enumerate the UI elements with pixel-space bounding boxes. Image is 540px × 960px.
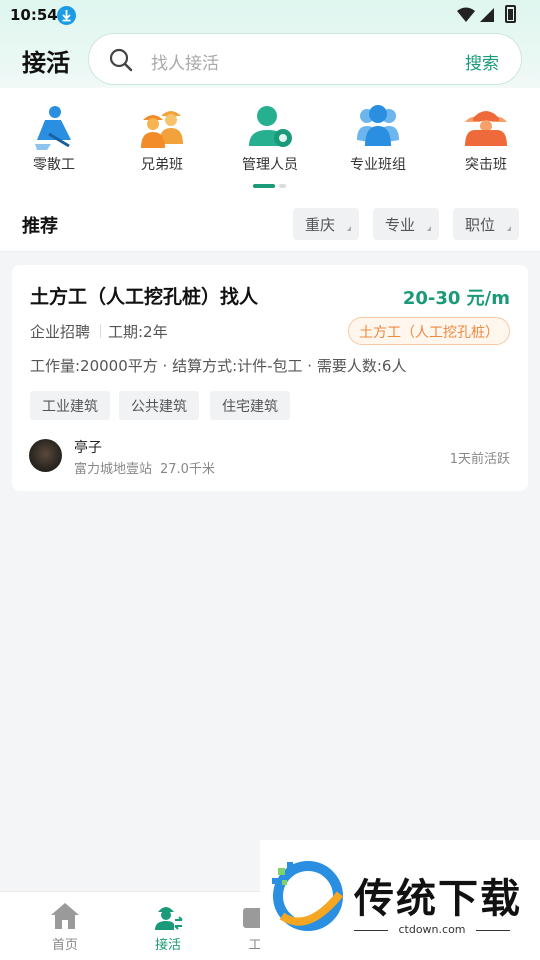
nav-home[interactable]: 首页	[35, 902, 95, 953]
page-indicator	[253, 184, 287, 188]
category-item-assault[interactable]: 突击班	[436, 104, 536, 174]
filter-specialty[interactable]: 专业	[373, 208, 439, 240]
manager-icon	[249, 106, 292, 147]
helmet-crew-icon	[465, 111, 507, 146]
watermark: 传统下载 ctdown.com	[260, 840, 540, 960]
watermark-logo-icon	[272, 861, 344, 931]
worker-group-icon	[141, 111, 183, 148]
divider	[100, 324, 101, 338]
search-input[interactable]: 找人接活 搜索	[88, 33, 522, 85]
search-placeholder: 找人接活	[151, 54, 219, 74]
job-card[interactable]: 土方工（人工挖孔桩）找人 20-30 元/m 企业招聘 工期:2年 土方工（人工…	[12, 265, 528, 491]
nav-label: 接活	[154, 938, 181, 953]
tag: 工业建筑	[30, 391, 110, 420]
poster-name: 亭子	[74, 440, 102, 456]
search-button[interactable]: 搜索	[465, 49, 499, 74]
category-item-brothers[interactable]: 兄弟班	[112, 104, 212, 174]
category-item-team[interactable]: 专业班组	[328, 104, 428, 174]
poster-location: 富力城地壹站	[74, 462, 153, 477]
job-source: 企业招聘	[30, 323, 91, 341]
header: 10:54 接活 找人接活 搜索	[0, 0, 540, 88]
page-dot-active	[253, 184, 275, 188]
category-label: 兄弟班	[141, 157, 183, 173]
search-icon	[109, 48, 133, 76]
status-bar: 10:54	[0, 0, 540, 30]
filter-position[interactable]: 职位	[453, 208, 519, 240]
category-row: 零散工 兄弟班 管理人员 专业班组 突击班	[0, 88, 540, 194]
filter-label: 职位	[465, 216, 496, 234]
dropdown-triangle-icon	[507, 226, 511, 231]
cell-signal-icon	[480, 8, 494, 22]
category-item-manager[interactable]: 管理人员	[220, 104, 320, 174]
status-time: 10:54	[10, 6, 58, 24]
filter-bar: 推荐 重庆 专业 职位	[0, 194, 540, 252]
job-title: 土方工（人工挖孔桩）找人	[30, 286, 259, 308]
filter-label: 专业	[385, 216, 416, 234]
home-icon	[51, 903, 79, 929]
tag: 住宅建筑	[210, 391, 290, 420]
nav-label: 首页	[51, 938, 78, 953]
category-label: 突击班	[465, 157, 507, 173]
wifi-icon	[457, 7, 475, 22]
dropdown-triangle-icon	[347, 226, 351, 231]
category-label: 管理人员	[242, 157, 298, 173]
filter-label: 重庆	[305, 216, 336, 234]
nav-jobs[interactable]: 接活	[138, 902, 198, 953]
signal-icons	[456, 6, 506, 28]
avatar[interactable]	[29, 439, 62, 472]
watermark-url: ctdown.com	[354, 923, 510, 936]
job-period: 工期:2年	[108, 323, 168, 341]
trade-badge: 土方工（人工挖孔桩）	[348, 317, 510, 345]
filter-city[interactable]: 重庆	[293, 208, 359, 240]
page-dot	[279, 184, 286, 188]
worker-swap-icon	[155, 907, 183, 930]
page-title: 接活	[22, 49, 70, 77]
section-title: 推荐	[22, 216, 58, 237]
category-item-casual[interactable]: 零散工	[4, 104, 104, 174]
tag: 公共建筑	[119, 391, 199, 420]
poster-distance: 27.0千米	[160, 462, 215, 477]
download-icon	[57, 6, 76, 25]
poster-active-time: 1天前活跃	[449, 452, 510, 467]
digging-worker-icon	[35, 106, 71, 150]
battery-icon	[505, 5, 516, 23]
dropdown-triangle-icon	[427, 226, 431, 231]
job-details: 工作量:20000平方 · 结算方式:计件-包工 · 需要人数:6人	[30, 357, 407, 375]
watermark-title: 传统下载	[354, 876, 522, 922]
category-label: 零散工	[33, 157, 75, 173]
team-icon	[357, 105, 399, 146]
category-label: 专业班组	[350, 157, 406, 173]
job-salary: 20-30 元/m	[402, 288, 510, 309]
